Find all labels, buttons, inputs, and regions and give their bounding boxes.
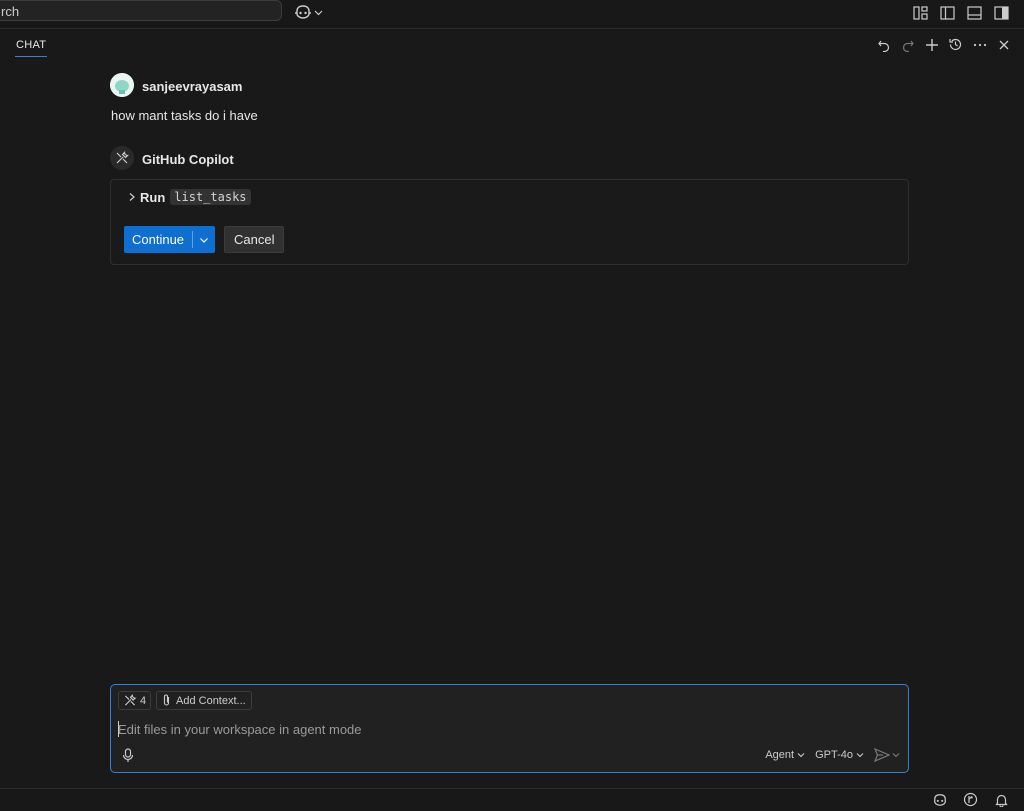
tools-picker-button[interactable]: 4 (118, 691, 152, 710)
chevron-down-icon (856, 753, 864, 758)
add-context-button[interactable]: Add Context... (156, 691, 252, 710)
title-bar: rch (0, 0, 1024, 29)
user-name: sanjeevrayasam (142, 79, 243, 94)
tab-chat[interactable]: CHAT (16, 39, 46, 51)
paperclip-icon (162, 694, 171, 707)
search-text: rch (1, 4, 20, 19)
tools-icon (115, 151, 129, 165)
command-center-search[interactable]: rch (0, 0, 282, 21)
undo-icon[interactable] (875, 36, 892, 53)
history-icon[interactable] (947, 36, 964, 53)
tools-count: 4 (140, 694, 147, 707)
chevron-down-icon (797, 753, 805, 758)
toggle-primary-sidebar-icon[interactable] (939, 4, 956, 21)
git-remote-icon[interactable] (962, 791, 979, 808)
chevron-down-icon (892, 753, 900, 758)
more-icon[interactable] (971, 36, 988, 53)
add-context-label: Add Context... (176, 694, 246, 707)
chevron-right-icon (127, 192, 137, 202)
run-label: Run (140, 189, 166, 205)
status-bar (0, 788, 1024, 811)
tool-run-toggle[interactable]: Run list_tasks (127, 189, 251, 205)
model-picker[interactable]: GPT-4o (815, 749, 864, 761)
mode-label: Agent (765, 749, 795, 761)
continue-dropdown-button[interactable] (193, 226, 215, 253)
customize-layout-icon[interactable] (912, 4, 929, 21)
user-message: how mant tasks do i have (111, 108, 258, 123)
continue-button-group: Continue (124, 226, 216, 253)
avatar (110, 73, 134, 97)
copilot-icon (294, 4, 312, 20)
close-icon[interactable] (995, 36, 1012, 53)
redo-icon[interactable] (899, 36, 916, 53)
active-tab-indicator (15, 56, 47, 57)
chevron-down-icon (200, 237, 208, 243)
chat-header: CHAT (0, 29, 1024, 61)
new-chat-icon[interactable] (923, 36, 940, 53)
text-cursor (118, 721, 119, 737)
copilot-avatar (110, 146, 134, 170)
assistant-name: GitHub Copilot (142, 152, 234, 167)
send-button[interactable] (874, 748, 900, 762)
send-icon (874, 748, 890, 762)
toggle-panel-icon[interactable] (966, 4, 983, 21)
copilot-status-icon[interactable] (931, 791, 948, 808)
tools-icon (123, 694, 137, 707)
chat-prompt-input[interactable] (118, 720, 898, 738)
tool-name: list_tasks (170, 189, 251, 205)
toggle-secondary-sidebar-icon[interactable] (993, 4, 1010, 21)
bell-icon[interactable] (993, 791, 1010, 808)
mode-picker[interactable]: Agent (765, 749, 805, 761)
chat-input-box: 4 Add Context... Agent GPT-4o (110, 684, 909, 773)
chevron-down-icon (314, 8, 323, 17)
model-label: GPT-4o (815, 749, 853, 761)
tool-confirmation-card: Run list_tasks Continue Cancel (110, 179, 909, 265)
continue-button[interactable]: Continue (124, 226, 192, 253)
cancel-button[interactable]: Cancel (224, 226, 285, 253)
microphone-icon[interactable] (122, 748, 134, 763)
copilot-menu-button[interactable] (294, 3, 323, 21)
